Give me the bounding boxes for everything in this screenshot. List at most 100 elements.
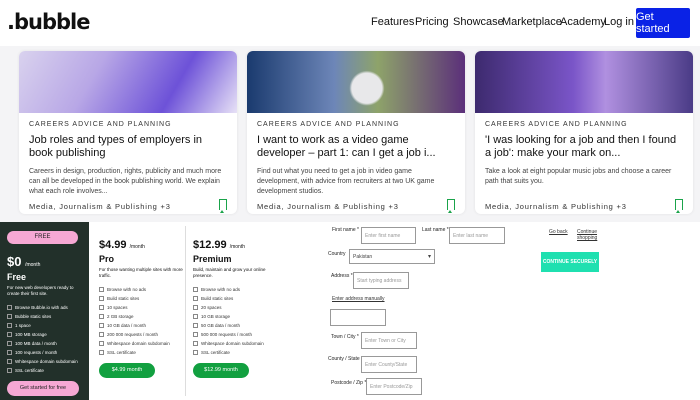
check-icon	[193, 350, 198, 355]
bookmark-icon[interactable]	[219, 199, 227, 213]
feature-item: Whitespace domain subdomain	[193, 339, 281, 348]
login-link[interactable]: Log in	[604, 16, 634, 28]
plan-pro: $4.99 /month Pro For those wanting multi…	[97, 222, 189, 400]
check-icon	[99, 287, 104, 292]
nav-link-marketplace[interactable]: Marketplace	[502, 16, 562, 28]
card-eyebrow: CAREERS ADVICE AND PLANNING	[485, 121, 628, 128]
feature-item: 500 000 requests / month	[193, 330, 281, 339]
feature-item: Build static sites	[99, 294, 187, 303]
feature-item: 1 space	[7, 321, 82, 330]
county-label: County / State	[328, 356, 360, 362]
country-select[interactable]: Pakistan	[349, 249, 435, 264]
plan-name: Pro	[99, 254, 115, 264]
continue-shopping-link[interactable]: Continue shopping	[577, 229, 599, 241]
check-icon	[7, 368, 12, 373]
feature-item: 10 GB storage	[193, 312, 281, 321]
feature-item: SSL certificate	[193, 348, 281, 357]
plan-free: FREE $0 /month Free For new web develope…	[0, 222, 89, 400]
feature-item: Whitespace domain subdomain	[7, 357, 82, 366]
feature-item: 20 spaces	[193, 303, 281, 312]
check-icon	[7, 305, 12, 310]
check-icon	[193, 305, 198, 310]
last-name-field[interactable]: Enter last name	[449, 227, 505, 244]
feature-item: 10 spaces	[99, 303, 187, 312]
blog-card[interactable]: CAREERS ADVICE AND PLANNING Job roles an…	[19, 51, 237, 214]
feature-item: 100 MB storage	[7, 330, 82, 339]
check-icon	[7, 314, 12, 319]
feature-item: Whitespace domain subdomain	[99, 339, 187, 348]
check-icon	[193, 296, 198, 301]
plan-description: Build, maintain and grow your online pre…	[193, 267, 266, 278]
card-title[interactable]: 'I was looking for a job and then I foun…	[485, 134, 683, 160]
feature-item: 2 GB storage	[99, 312, 187, 321]
address-label: Address *	[331, 273, 353, 279]
check-icon	[7, 323, 12, 328]
feature-item: Browse Bubble.io with ads	[7, 303, 82, 312]
postcode-field[interactable]: Enter Postcode/Zip	[366, 378, 422, 395]
blog-card[interactable]: CAREERS ADVICE AND PLANNING 'I was looki…	[475, 51, 693, 214]
check-icon	[99, 350, 104, 355]
pro-plan-button[interactable]: $4.99 month	[99, 363, 155, 378]
plan-price: $4.99 /month	[99, 239, 145, 251]
card-title[interactable]: I want to work as a video game developer…	[257, 134, 455, 160]
feature-item: 100 MB data / month	[7, 339, 82, 348]
card-tag: Media, Journalism & Publishing +3	[29, 202, 171, 211]
town-field[interactable]: Enter Town or City	[361, 332, 417, 349]
country-label: Country	[328, 251, 346, 257]
feature-list: Browse with no ads Build static sites 20…	[193, 285, 281, 357]
card-excerpt: Find out what you need to get a job in v…	[257, 168, 435, 195]
free-badge: FREE	[7, 231, 78, 244]
address-field[interactable]: Start typing address	[353, 272, 409, 289]
nav-link-showcase[interactable]: Showcase	[453, 16, 504, 28]
card-eyebrow: CAREERS ADVICE AND PLANNING	[257, 121, 400, 128]
bubble-logo[interactable]: .bubble	[7, 10, 90, 34]
continue-securely-button[interactable]: CONTINUE SECURELY	[541, 252, 599, 272]
check-icon	[7, 359, 12, 364]
top-navbar: .bubble Features Pricing Showcase Market…	[0, 0, 700, 46]
nav-link-features[interactable]: Features	[371, 16, 414, 28]
bookmark-icon[interactable]	[447, 199, 455, 213]
nav-link-academy[interactable]: Academy	[560, 16, 606, 28]
feature-item: 10 GB data / month	[99, 321, 187, 330]
feature-item: SSL certificate	[7, 366, 82, 375]
feature-item: Browse with no ads	[99, 285, 187, 294]
enter-address-manually-link[interactable]: Enter address manually	[332, 296, 385, 302]
plan-divider	[185, 226, 186, 396]
premium-plan-button[interactable]: $12.99 month	[193, 363, 249, 378]
address-extra-field[interactable]	[330, 309, 386, 326]
plan-description: For those wanting multiple sites with mo…	[99, 267, 183, 278]
blog-card[interactable]: CAREERS ADVICE AND PLANNING I want to wo…	[247, 51, 465, 214]
feature-list: Browse Bubble.io with ads Bubble static …	[7, 303, 82, 375]
card-title[interactable]: Job roles and types of employers in book…	[29, 134, 227, 160]
card-excerpt: Careers in design, production, rights, p…	[29, 168, 222, 195]
county-field[interactable]: Enter County/State	[361, 356, 417, 373]
check-icon	[193, 341, 198, 346]
check-icon	[193, 323, 198, 328]
check-icon	[99, 341, 104, 346]
check-icon	[193, 287, 198, 292]
check-icon	[7, 350, 12, 355]
plan-premium: $12.99 /month Premium Build, maintain an…	[191, 222, 283, 400]
bookmark-icon[interactable]	[675, 199, 683, 213]
nav-link-pricing[interactable]: Pricing	[415, 16, 449, 28]
plan-name: Premium	[193, 254, 232, 264]
last-name-label: Last name *	[422, 227, 449, 233]
card-image	[19, 51, 237, 113]
go-back-link[interactable]: Go back	[549, 229, 568, 235]
feature-item: Browse with no ads	[193, 285, 281, 294]
country-select-value: Pakistan	[353, 254, 373, 260]
first-name-label: First name *	[332, 227, 359, 233]
check-icon	[193, 332, 198, 337]
plan-name: Free	[7, 272, 27, 282]
feature-item: 50 GB data / month	[193, 321, 281, 330]
feature-item: 200 000 requests / month	[99, 330, 187, 339]
feature-item: Build static sites	[193, 294, 281, 303]
card-eyebrow: CAREERS ADVICE AND PLANNING	[29, 121, 172, 128]
card-image	[247, 51, 465, 113]
get-started-button[interactable]: Get started	[636, 8, 690, 38]
check-icon	[193, 314, 198, 319]
feature-item: Bubble static sites	[7, 312, 82, 321]
check-icon	[7, 341, 12, 346]
first-name-field[interactable]: Enter first name	[361, 227, 416, 244]
get-started-free-button[interactable]: Get started for free	[7, 381, 79, 396]
